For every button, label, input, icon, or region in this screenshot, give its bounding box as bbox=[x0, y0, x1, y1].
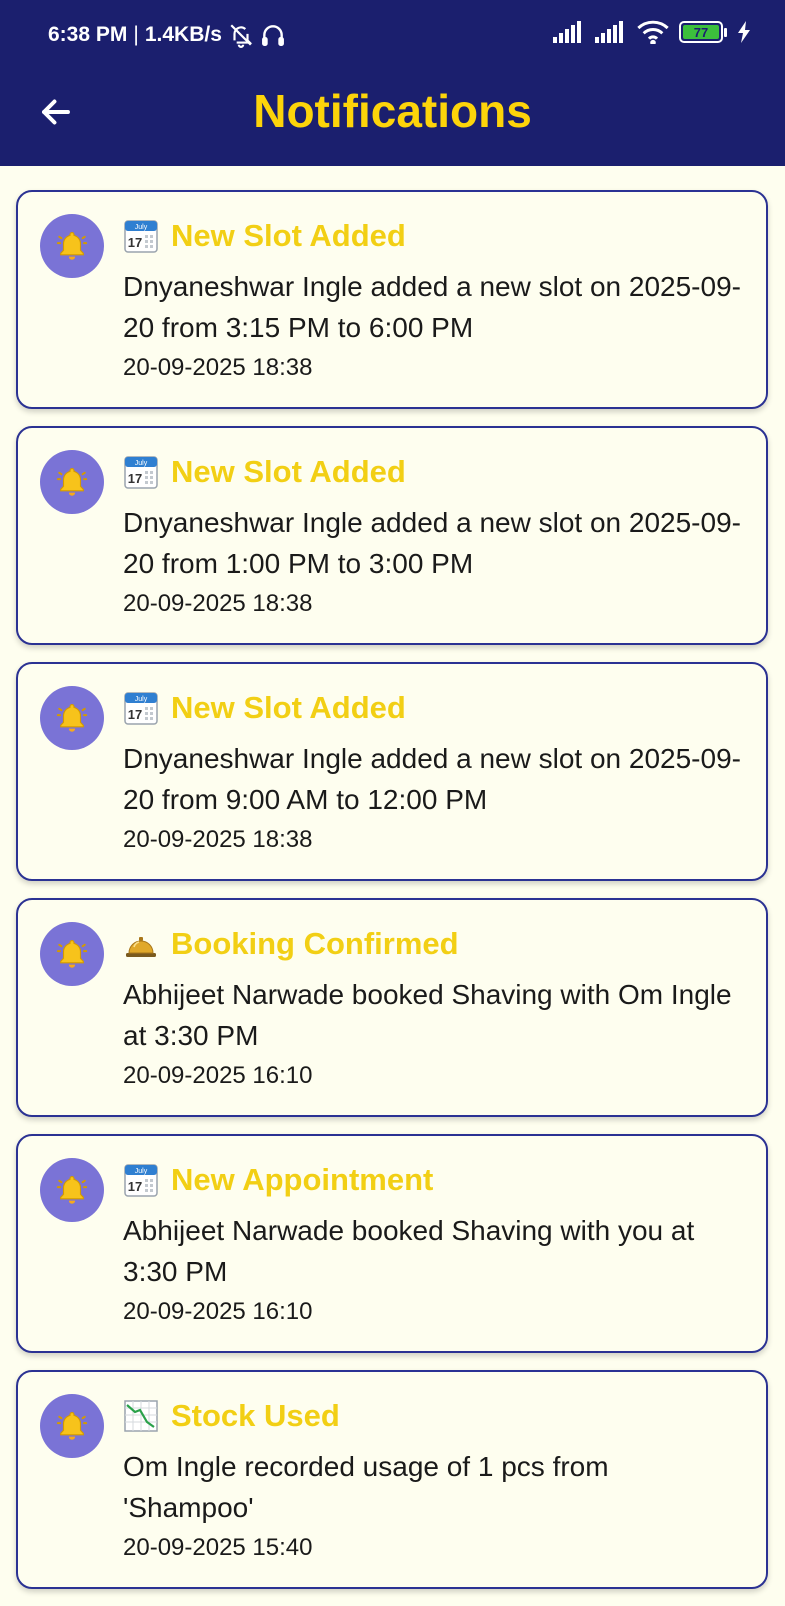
svg-text:17: 17 bbox=[128, 1179, 142, 1194]
notification-avatar bbox=[40, 922, 104, 986]
battery-icon: 77 bbox=[679, 21, 727, 43]
svg-text:17: 17 bbox=[128, 471, 142, 486]
status-bar: 6:38 PM | 1.4KB/s 77 bbox=[0, 0, 785, 70]
notification-message: Dnyaneshwar Ingle added a new slot on 20… bbox=[123, 507, 741, 579]
svg-text:July: July bbox=[135, 460, 148, 467]
notification-title: New Slot Added bbox=[171, 454, 406, 489]
calendar-icon: July 17 bbox=[123, 218, 159, 254]
notification-time: 20-09-2025 16:10 bbox=[123, 1062, 313, 1089]
notification-title: New Appointment bbox=[171, 1162, 434, 1197]
notification-card[interactable]: July 17 New Appointment Abhijeet Narwade … bbox=[16, 1134, 768, 1353]
notification-avatar bbox=[40, 1158, 104, 1222]
bell-icon bbox=[56, 1411, 88, 1440]
notification-card[interactable]: July 17 New Slot Added Dnyaneshwar Ingle … bbox=[16, 190, 768, 409]
notification-card[interactable]: July 17 New Slot Added Dnyaneshwar Ingle … bbox=[16, 662, 768, 881]
bell-icon bbox=[56, 703, 88, 732]
notification-avatar bbox=[40, 1394, 104, 1458]
status-separator: | bbox=[133, 23, 139, 46]
notification-avatar bbox=[40, 450, 104, 514]
notification-time: 20-09-2025 18:38 bbox=[123, 354, 313, 381]
notification-message: Om Ingle recorded usage of 1 pcs from 'S… bbox=[123, 1451, 609, 1523]
network-speed: 1.4KB/s bbox=[144, 23, 222, 46]
signal-icon bbox=[595, 21, 627, 43]
notification-time: 20-09-2025 16:10 bbox=[123, 1298, 313, 1325]
charging-icon bbox=[737, 21, 751, 43]
notification-message: Abhijeet Narwade booked Shaving with Om … bbox=[123, 979, 732, 1051]
wifi-icon bbox=[637, 20, 669, 44]
status-left: 6:38 PM | 1.4KB/s bbox=[48, 22, 286, 48]
status-right: 77 bbox=[553, 20, 751, 44]
svg-text:17: 17 bbox=[128, 707, 142, 722]
notification-avatar bbox=[40, 214, 104, 278]
headphones-icon bbox=[260, 22, 286, 48]
notification-card[interactable]: Booking Confirmed Abhijeet Narwade booke… bbox=[16, 898, 768, 1117]
bell-icon bbox=[56, 1175, 88, 1204]
bell-icon bbox=[56, 467, 88, 496]
svg-text:17: 17 bbox=[128, 235, 142, 250]
bell-icon bbox=[56, 939, 88, 968]
notification-title-row: July 17 New Slot Added bbox=[123, 216, 406, 256]
notification-title-row: July 17 New Slot Added bbox=[123, 452, 406, 492]
bell-icon bbox=[56, 231, 88, 260]
notification-time: 20-09-2025 18:38 bbox=[123, 826, 313, 853]
battery-level: 77 bbox=[683, 25, 719, 40]
svg-text:July: July bbox=[135, 224, 148, 231]
notification-message: Dnyaneshwar Ingle added a new slot on 20… bbox=[123, 271, 741, 343]
svg-text:July: July bbox=[135, 1168, 148, 1175]
calendar-icon: July 17 bbox=[123, 454, 159, 490]
header: 6:38 PM | 1.4KB/s 77 Notifications bbox=[0, 0, 785, 166]
notification-message: Abhijeet Narwade booked Shaving with you… bbox=[123, 1215, 695, 1287]
calendar-icon: July 17 bbox=[123, 690, 159, 726]
notification-title-row: July 17 New Slot Added bbox=[123, 688, 406, 728]
notification-title: Stock Used bbox=[171, 1398, 340, 1433]
bell-off-icon bbox=[228, 22, 254, 48]
chart-decreasing-icon bbox=[123, 1398, 159, 1434]
notification-title: New Slot Added bbox=[171, 690, 406, 725]
notification-card[interactable]: July 17 New Slot Added Dnyaneshwar Ingle … bbox=[16, 426, 768, 645]
notification-title-row: July 17 New Appointment bbox=[123, 1160, 433, 1200]
notification-time: 20-09-2025 18:38 bbox=[123, 590, 313, 617]
svg-text:July: July bbox=[135, 696, 148, 703]
notification-time: 20-09-2025 15:40 bbox=[123, 1534, 313, 1561]
service-bell-icon bbox=[123, 926, 159, 962]
page-title: Notifications bbox=[253, 85, 532, 137]
notification-title: New Slot Added bbox=[171, 218, 406, 253]
calendar-icon: July 17 bbox=[123, 1162, 159, 1198]
signal-icon bbox=[553, 21, 585, 43]
notification-title-row: Stock Used bbox=[123, 1396, 340, 1436]
notification-card[interactable]: Stock Used Om Ingle recorded usage of 1 … bbox=[16, 1370, 768, 1589]
notification-title: Booking Confirmed bbox=[171, 926, 459, 961]
notification-message: Dnyaneshwar Ingle added a new slot on 20… bbox=[123, 743, 741, 815]
notification-avatar bbox=[40, 686, 104, 750]
notification-list: July 17 New Slot Added Dnyaneshwar Ingle … bbox=[16, 190, 768, 1606]
notification-title-row: Booking Confirmed bbox=[123, 924, 459, 964]
status-time: 6:38 PM bbox=[48, 23, 128, 46]
app-bar: Notifications bbox=[0, 70, 785, 166]
